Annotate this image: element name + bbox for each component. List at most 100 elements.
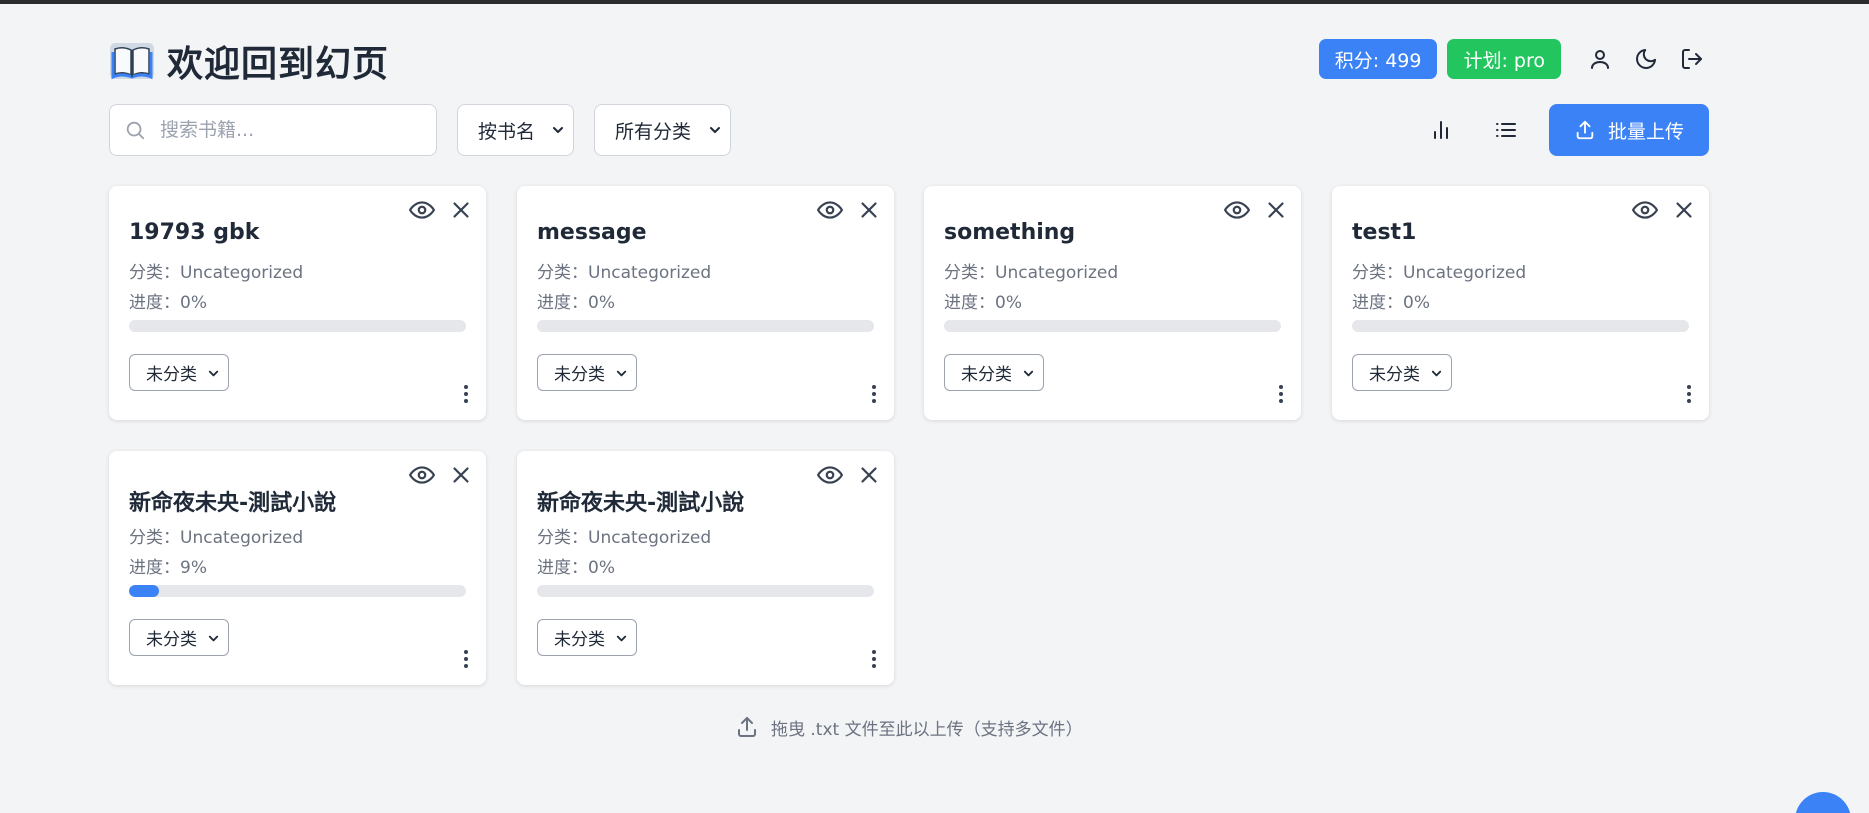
book-card[interactable]: 19793 gbk 分类：Uncategorized 进度：0% 未分类 — [109, 186, 486, 420]
top-border — [0, 0, 1869, 4]
preview-button[interactable] — [816, 461, 844, 489]
bulk-upload-button[interactable]: 批量上传 — [1549, 104, 1709, 156]
eye-icon — [1632, 201, 1658, 219]
book-progress-text: 进度：0% — [944, 293, 1022, 313]
book-card[interactable]: test1 分类：Uncategorized 进度：0% 未分类 — [1332, 186, 1709, 420]
preview-button[interactable] — [1223, 196, 1251, 224]
category-select-value: 未分类 — [146, 630, 197, 650]
preview-button[interactable] — [816, 196, 844, 224]
book-title: something — [944, 220, 1076, 245]
book-title: 新命夜未央-測試小說 — [537, 491, 745, 516]
bulk-upload-label: 批量上传 — [1607, 120, 1684, 143]
book-card[interactable]: something 分类：Uncategorized 进度：0% 未分类 — [924, 186, 1301, 420]
bar-chart-icon — [1434, 121, 1448, 139]
progress-bar — [944, 320, 1281, 332]
logout-button[interactable] — [1675, 42, 1709, 76]
close-icon — [1676, 202, 1692, 218]
logout-icon — [1682, 49, 1702, 69]
delete-button[interactable] — [448, 461, 474, 489]
more-vertical-icon — [872, 385, 876, 403]
book-category: 分类：Uncategorized — [537, 263, 712, 283]
book-title: test1 — [1352, 220, 1417, 245]
plan-badge: 计划: pro — [1447, 39, 1561, 79]
delete-button[interactable] — [856, 196, 882, 224]
more-options-button[interactable] — [456, 647, 476, 671]
more-options-button[interactable] — [1679, 382, 1699, 406]
floating-action-button[interactable] — [1795, 792, 1851, 813]
book-title: message — [537, 220, 647, 245]
sort-select[interactable]: 按书名 — [457, 104, 574, 156]
category-select[interactable]: 未分类 — [537, 619, 637, 656]
progress-bar — [129, 585, 466, 597]
delete-button[interactable] — [1263, 196, 1289, 224]
delete-button[interactable] — [448, 196, 474, 224]
category-select[interactable]: 未分类 — [944, 354, 1044, 391]
delete-button[interactable] — [856, 461, 882, 489]
eye-icon — [817, 201, 843, 219]
category-filter-value: 所有分类 — [615, 120, 692, 143]
eye-icon — [817, 466, 843, 484]
more-options-button[interactable] — [864, 382, 884, 406]
book-card[interactable]: 新命夜未央-測試小說 分类：Uncategorized 进度：9% 未分类 — [109, 451, 486, 685]
category-select-value: 未分类 — [146, 365, 197, 385]
progress-bar — [129, 320, 466, 332]
category-filter-select[interactable]: 所有分类 — [594, 104, 731, 156]
chevron-down-icon — [1023, 370, 1034, 377]
more-options-button[interactable] — [456, 382, 476, 406]
book-category: 分类：Uncategorized — [537, 528, 712, 548]
search-icon — [126, 121, 145, 140]
header: 欢迎回到幻页 积分: 499 计划: pro — [109, 36, 1709, 86]
more-vertical-icon — [464, 650, 468, 668]
search-input[interactable] — [160, 119, 410, 141]
points-badge: 积分: 499 — [1318, 39, 1438, 79]
category-select[interactable]: 未分类 — [129, 354, 229, 391]
category-select[interactable]: 未分类 — [537, 354, 637, 391]
more-vertical-icon — [1687, 385, 1691, 403]
close-icon — [453, 467, 469, 483]
list-icon — [1496, 123, 1516, 137]
theme-toggle-button[interactable] — [1629, 42, 1663, 76]
category-select[interactable]: 未分类 — [129, 619, 229, 656]
list-view-button[interactable] — [1490, 114, 1522, 146]
drop-zone[interactable]: 拖曳 .txt 文件至此以上传（支持多文件） — [735, 712, 1083, 742]
book-card[interactable]: 新命夜未央-測試小說 分类：Uncategorized 进度：0% 未分类 — [517, 451, 894, 685]
book-title: 19793 gbk — [129, 220, 260, 245]
chevron-down-icon — [208, 635, 219, 642]
open-book-icon — [110, 43, 154, 80]
book-progress-text: 进度：0% — [537, 293, 615, 313]
book-title: 新命夜未央-測試小說 — [129, 491, 337, 516]
chevron-down-icon — [616, 370, 627, 377]
chevron-down-icon — [208, 370, 219, 377]
eye-icon — [409, 201, 435, 219]
book-category: 分类：Uncategorized — [129, 528, 304, 548]
more-options-button[interactable] — [1271, 382, 1291, 406]
progress-bar — [1352, 320, 1689, 332]
chevron-down-icon — [710, 127, 720, 133]
category-select-value: 未分类 — [961, 365, 1012, 385]
more-options-button[interactable] — [864, 647, 884, 671]
category-select[interactable]: 未分类 — [1352, 354, 1452, 391]
delete-button[interactable] — [1671, 196, 1697, 224]
book-category: 分类：Uncategorized — [1352, 263, 1527, 283]
preview-button[interactable] — [408, 461, 436, 489]
preview-button[interactable] — [408, 196, 436, 224]
category-select-value: 未分类 — [554, 365, 605, 385]
moon-icon — [1636, 49, 1656, 69]
eye-icon — [1224, 201, 1250, 219]
progress-bar — [537, 320, 874, 332]
progress-fill — [129, 585, 160, 597]
search-box[interactable] — [109, 104, 437, 156]
category-select-value: 未分类 — [554, 630, 605, 650]
more-vertical-icon — [872, 650, 876, 668]
toolbar: 按书名 所有分类 批量上传 — [109, 104, 1709, 156]
user-button[interactable] — [1583, 42, 1617, 76]
book-card[interactable]: message 分类：Uncategorized 进度：0% 未分类 — [517, 186, 894, 420]
upload-icon — [1576, 120, 1594, 140]
chevron-down-icon — [553, 127, 563, 133]
preview-button[interactable] — [1631, 196, 1659, 224]
close-icon — [861, 467, 877, 483]
close-icon — [861, 202, 877, 218]
eye-icon — [409, 466, 435, 484]
category-select-value: 未分类 — [1369, 365, 1420, 385]
stats-button[interactable] — [1425, 114, 1457, 146]
